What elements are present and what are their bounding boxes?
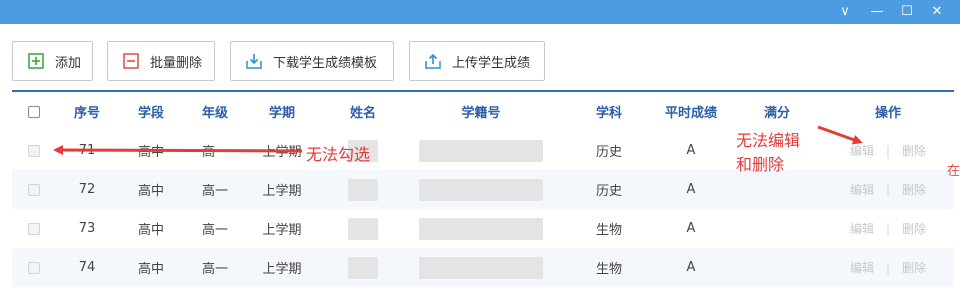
arrow-to-actions <box>817 125 863 145</box>
edge-text: 在 <box>946 164 960 179</box>
annotation-cannot-edit-line1: 无法编辑 <box>736 131 801 150</box>
annotation-cannot-check: 无法勾选 <box>306 145 371 164</box>
annotation-arrows <box>53 125 863 156</box>
annotation-cannot-edit-line2: 和删除 <box>736 155 785 174</box>
arrow-to-checkbox <box>53 145 303 156</box>
